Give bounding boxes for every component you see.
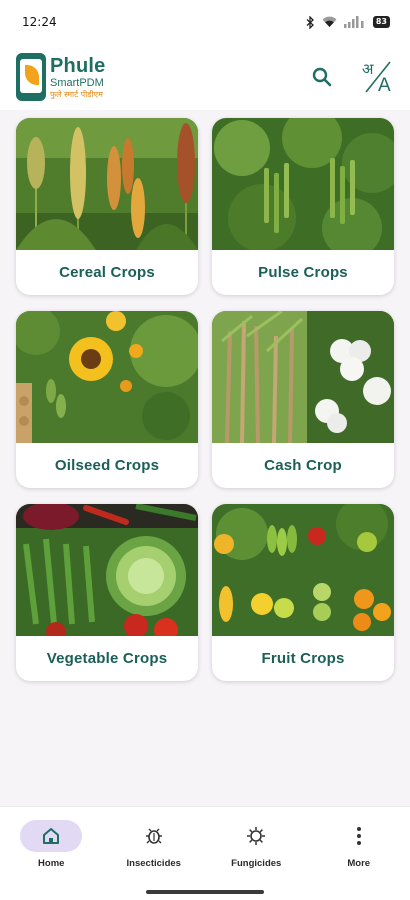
crop-card-fruit[interactable]: Fruit Crops bbox=[212, 504, 394, 681]
logo-mark-icon bbox=[16, 53, 46, 101]
app-name: Phule bbox=[50, 54, 106, 77]
oilseed-crops-image bbox=[16, 311, 198, 443]
nav-label: Insecticides bbox=[126, 858, 181, 869]
signal-icon bbox=[343, 16, 366, 28]
nav-item-home[interactable]: Home bbox=[11, 820, 91, 869]
translate-icon: अ A bbox=[362, 60, 391, 95]
app-devnagari: फुले स्मार्ट पीडीएम bbox=[50, 89, 103, 99]
virus-icon bbox=[247, 827, 266, 845]
crop-card-pulse[interactable]: Pulse Crops bbox=[212, 118, 394, 295]
bug-icon bbox=[145, 828, 162, 844]
fruit-crops-image bbox=[212, 504, 394, 636]
more-vertical-icon bbox=[356, 827, 361, 845]
crop-card-label: Vegetable Crops bbox=[46, 650, 168, 667]
search-icon bbox=[312, 67, 332, 87]
home-icon bbox=[43, 828, 60, 844]
crop-card-label: Fruit Crops bbox=[261, 650, 345, 667]
language-button[interactable]: अ A bbox=[358, 57, 398, 97]
status-time: 12:24 bbox=[22, 15, 57, 29]
app-logo: Phule SmartPDM फुले स्मार्ट पीडीएम bbox=[16, 53, 105, 101]
pulse-crops-image bbox=[212, 118, 394, 250]
status-icons: 83 bbox=[306, 15, 390, 29]
bottom-navigation: Home Insecticides Fungicides More bbox=[0, 806, 410, 900]
nav-item-fungicides[interactable]: Fungicides bbox=[216, 820, 296, 869]
home-gesture-bar[interactable] bbox=[146, 890, 264, 894]
crop-card-label: Cash Crop bbox=[264, 457, 342, 474]
crop-card-vegetable[interactable]: Vegetable Crops bbox=[16, 504, 198, 681]
app-header: Phule SmartPDM फुले स्मार्ट पीडीएम अ A bbox=[0, 44, 410, 110]
crop-category-grid: Cereal Crops Pulse Crops Oilseed Crops C… bbox=[16, 118, 394, 681]
vegetable-crops-image bbox=[16, 504, 198, 636]
crop-card-label: Cereal Crops bbox=[59, 264, 155, 281]
nav-active-indicator bbox=[20, 820, 83, 852]
search-button[interactable] bbox=[302, 57, 342, 97]
cereal-crops-image bbox=[16, 118, 198, 250]
crop-card-label: Pulse Crops bbox=[258, 264, 348, 281]
wifi-icon bbox=[322, 16, 337, 28]
crop-card-cereal[interactable]: Cereal Crops bbox=[16, 118, 198, 295]
nav-label: Home bbox=[38, 858, 65, 869]
svg-text:A: A bbox=[378, 75, 391, 95]
crop-card-oilseed[interactable]: Oilseed Crops bbox=[16, 311, 198, 488]
nav-item-insecticides[interactable]: Insecticides bbox=[114, 820, 194, 869]
cash-crop-image bbox=[212, 311, 394, 443]
nav-label: Fungicides bbox=[231, 858, 282, 869]
crop-card-label: Oilseed Crops bbox=[54, 457, 160, 474]
crop-card-cash[interactable]: Cash Crop bbox=[212, 311, 394, 488]
nav-item-more[interactable]: More bbox=[319, 820, 399, 869]
nav-label: More bbox=[347, 858, 371, 869]
battery-icon: 83 bbox=[372, 16, 390, 28]
app-subtitle: SmartPDM bbox=[50, 76, 104, 89]
bluetooth-icon bbox=[306, 15, 315, 29]
svg-text:अ: अ bbox=[362, 60, 374, 78]
status-bar: 12:24 83 bbox=[0, 0, 410, 44]
